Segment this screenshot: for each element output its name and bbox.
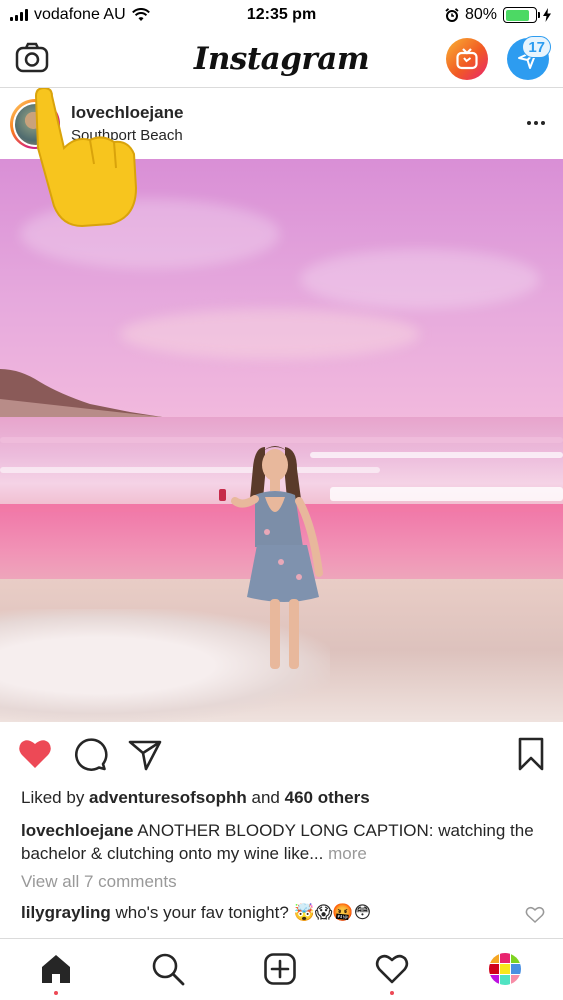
pointing-hand-overlay <box>34 88 138 228</box>
bottom-tab-bar <box>0 938 563 1000</box>
share-icon[interactable] <box>127 736 163 772</box>
signal-icon <box>10 9 28 21</box>
post-caption: lovechloejane ANOTHER BLOODY LONG CAPTIO… <box>21 819 551 865</box>
bookmark-icon[interactable] <box>513 736 549 772</box>
home-active-dot <box>54 991 58 995</box>
tab-new-post[interactable] <box>262 951 298 987</box>
activity-dot <box>390 991 394 995</box>
alarm-icon <box>445 8 459 22</box>
woman-figure <box>219 446 323 669</box>
tab-search[interactable] <box>150 951 186 987</box>
dm-badge: 17 <box>522 36 551 58</box>
status-bar: vodafone AU 12:35 pm 80% <box>0 0 563 30</box>
comment-like-icon[interactable] <box>525 905 545 925</box>
new-post-icon <box>264 953 296 985</box>
status-right: 80% <box>445 6 551 24</box>
home-icon <box>42 955 70 983</box>
battery-icon <box>503 7 540 23</box>
status-left: vodafone AU <box>10 6 150 24</box>
instagram-logo[interactable]: Instagram <box>194 41 370 77</box>
post-actions <box>0 722 563 786</box>
comment-username[interactable]: lilygrayling <box>21 903 111 922</box>
likes-summary[interactable]: Liked by adventuresofsophh and 460 other… <box>21 788 370 808</box>
app-header: Instagram 17 <box>0 30 563 88</box>
clock-time: 12:35 pm <box>246 6 317 23</box>
cliff <box>0 369 180 424</box>
tab-activity[interactable] <box>374 951 410 995</box>
tab-home[interactable] <box>38 951 74 995</box>
igtv-button[interactable] <box>446 38 488 80</box>
search-icon <box>152 953 185 986</box>
camera-icon[interactable] <box>14 40 50 76</box>
comment-row: lilygrayling who's your fav tonight? 🤯😱🤬… <box>21 903 521 923</box>
caption-username[interactable]: lovechloejane <box>21 821 133 840</box>
activity-icon <box>375 954 409 984</box>
wifi-icon <box>131 8 150 21</box>
direct-message-button[interactable]: 17 <box>507 36 551 80</box>
comment-text: who's your fav tonight? 🤯😱🤬😳 <box>110 903 372 922</box>
comment-icon[interactable] <box>72 736 108 772</box>
carrier-label: vodafone AU <box>34 6 126 23</box>
heart-icon[interactable] <box>17 736 53 772</box>
battery-percent: 80% <box>464 6 497 23</box>
battery-level <box>505 9 529 21</box>
profile-icon <box>489 953 521 985</box>
likes-count[interactable]: 460 others <box>285 788 370 807</box>
view-all-comments-link[interactable]: View all 7 comments <box>21 872 177 892</box>
liker-username[interactable]: adventuresofsophh <box>89 788 247 807</box>
igtv-icon <box>456 48 478 70</box>
post-photo[interactable] <box>0 159 563 722</box>
tab-profile[interactable] <box>487 951 523 987</box>
caption-more-link[interactable]: more <box>328 844 367 863</box>
charging-icon <box>543 8 551 22</box>
more-options-icon[interactable] <box>527 121 545 125</box>
